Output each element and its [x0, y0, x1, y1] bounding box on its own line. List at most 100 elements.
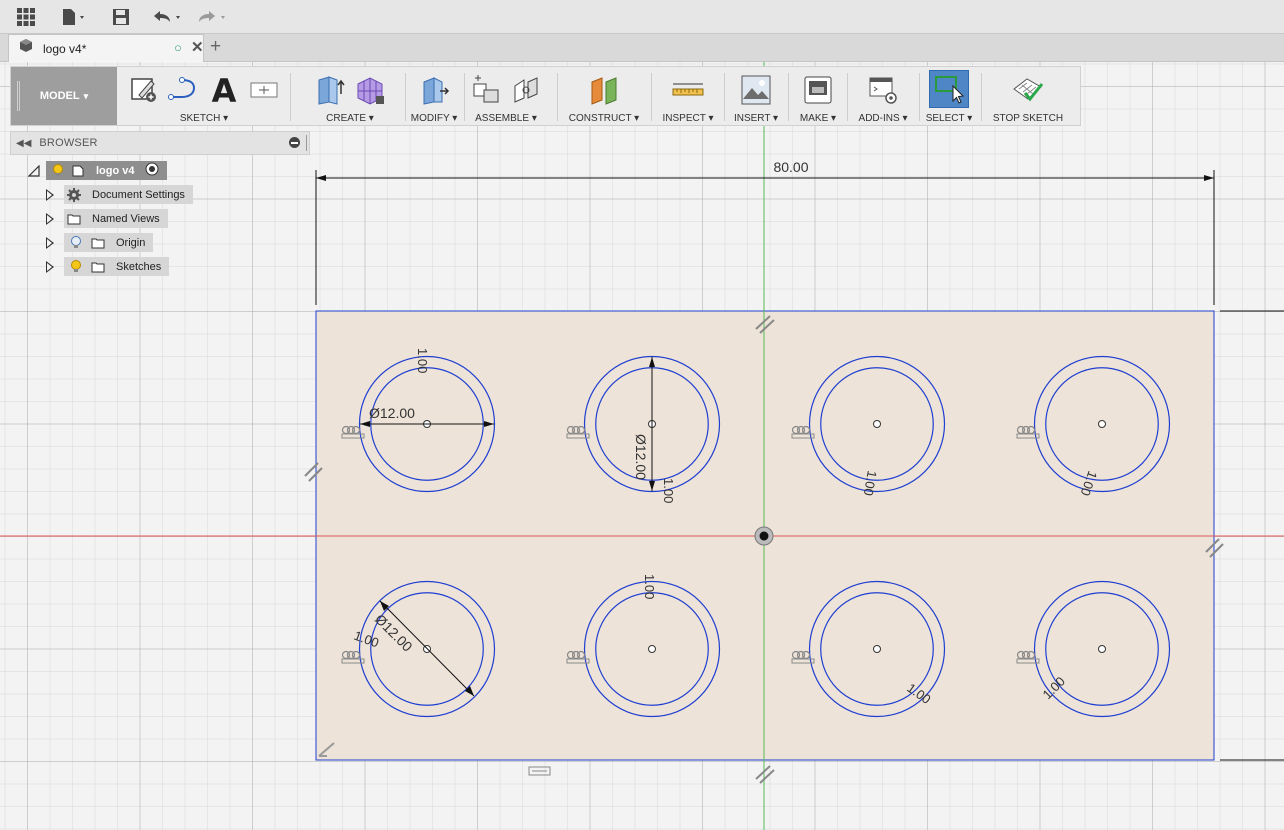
- diameter-dimension-2-value[interactable]: Ø12.00: [633, 434, 649, 480]
- data-panel-grid-icon[interactable]: [16, 5, 36, 29]
- window-select-icon[interactable]: [929, 70, 969, 108]
- undo-icon[interactable]: [150, 5, 186, 29]
- parallel-constraint-icon[interactable]: [755, 765, 775, 784]
- offset-dimension-value[interactable]: 1.00: [661, 478, 676, 503]
- close-tab-icon[interactable]: ✕: [191, 38, 204, 56]
- toolbar-group-label: CONSTRUCT: [568, 113, 632, 124]
- document-tab[interactable]: logo v4* ○ ✕: [8, 34, 204, 62]
- browser-item-origin[interactable]: Origin: [46, 233, 154, 252]
- press-pull-icon[interactable]: [417, 73, 451, 107]
- form-icon[interactable]: [353, 73, 387, 107]
- fusion-app-window: logo v4* ○ ✕ + 80.00 Ø12.00 Ø12.00 Ø12.0…: [0, 0, 1284, 830]
- text-tool-icon[interactable]: A: [207, 73, 241, 107]
- toolbar-group-label: SELECT: [925, 113, 965, 124]
- offset-dimension-value[interactable]: 1.00: [642, 574, 657, 599]
- new-tab-button[interactable]: +: [210, 36, 221, 58]
- toolbar-group-modify[interactable]: MODIFY ▾: [407, 67, 461, 125]
- activate-radio-icon[interactable]: [145, 162, 159, 179]
- toolbar-group-assemble[interactable]: ASSEMBLE ▾: [466, 67, 546, 125]
- expand-triangle-icon[interactable]: [46, 236, 54, 249]
- browser-item-label: Named Views: [92, 212, 160, 225]
- create-sketch-icon[interactable]: [127, 73, 161, 107]
- svg-text:A: A: [212, 74, 237, 106]
- stop-sketch-icon[interactable]: [1011, 73, 1045, 107]
- ribbon-toolbar: MODEL ▾ A SKETCH ▾ CREATE ▾ MODIFY ▾ ASS…: [10, 66, 1081, 126]
- folder-icon: [66, 211, 82, 227]
- document-tab-title: logo v4*: [43, 41, 87, 56]
- toolbar-group-label: MODIFY: [410, 113, 450, 124]
- toolbar-group-make[interactable]: MAKE ▾: [790, 67, 846, 125]
- toolbar-group-label: ASSEMBLE: [475, 113, 530, 124]
- offset-dimension-value[interactable]: 1.00: [415, 348, 430, 373]
- line-tool-icon[interactable]: [167, 73, 201, 107]
- joint-icon[interactable]: [509, 73, 543, 107]
- diameter-dimension-1-value[interactable]: Ø12.00: [369, 405, 415, 421]
- sketch-dimension-icon[interactable]: [247, 73, 281, 107]
- dimension-overall-width-value[interactable]: 80.00: [773, 159, 808, 175]
- expand-triangle-icon[interactable]: [46, 188, 54, 201]
- sketch-center-point[interactable]: [873, 645, 881, 653]
- application-bar: [0, 0, 1284, 34]
- browser-item-label: Origin: [116, 236, 146, 249]
- toolbar-group-sketch[interactable]: A SKETCH ▾: [119, 67, 289, 125]
- insert-image-icon[interactable]: [739, 73, 773, 107]
- toolbar-group-label: INSERT: [733, 113, 771, 124]
- toolbar-group-construct[interactable]: CONSTRUCT ▾: [559, 67, 649, 125]
- canvas-viewport[interactable]: 80.00 Ø12.00 Ø12.00 Ø12.00 1.00 1.00 1.0…: [0, 62, 1284, 830]
- browser-root-row[interactable]: logo v4: [28, 161, 167, 180]
- collapse-panel-icon[interactable]: ◀◀: [16, 138, 31, 149]
- measure-icon[interactable]: [671, 73, 705, 107]
- lightbulb-off-icon[interactable]: [68, 235, 84, 251]
- horizontal-constraint-icon[interactable]: [528, 766, 551, 776]
- sketch-center-point[interactable]: [648, 645, 656, 653]
- toolbar-group-label: MAKE: [799, 113, 829, 124]
- redo-icon[interactable]: [195, 5, 231, 29]
- lightbulb-on-icon[interactable]: [68, 259, 84, 275]
- expand-triangle-icon[interactable]: [46, 260, 54, 273]
- sketch-center-point[interactable]: [1098, 645, 1106, 653]
- save-icon[interactable]: [111, 5, 131, 29]
- toolbar-group-label: INSPECT: [662, 113, 706, 124]
- document-tab-bar: logo v4* ○ ✕ +: [0, 34, 1284, 62]
- sketch-center-point[interactable]: [1098, 420, 1106, 428]
- lightbulb-on-icon[interactable]: [50, 163, 66, 179]
- folder-icon: [90, 235, 106, 251]
- toolbar-group-label: CREATE: [326, 113, 366, 124]
- offset-plane-icon[interactable]: [587, 73, 621, 107]
- browser-item-label: Sketches: [116, 260, 162, 273]
- document-icon: [70, 163, 86, 179]
- toolbar-group-addins[interactable]: ADD-INS ▾: [849, 67, 917, 125]
- browser-item-sketches[interactable]: Sketches: [46, 257, 170, 276]
- toolbar-group-label: SKETCH: [179, 113, 221, 124]
- browser-panel-header[interactable]: ◀◀ BROWSER: [10, 131, 310, 155]
- file-menu-icon[interactable]: [60, 5, 90, 29]
- folder-icon: [90, 259, 106, 275]
- extrude-icon[interactable]: [313, 73, 347, 107]
- toolbar-group-label: ADD-INS: [858, 113, 900, 124]
- expand-triangle-icon[interactable]: [46, 212, 54, 225]
- sketch-center-point[interactable]: [873, 420, 881, 428]
- minimize-panel-icon[interactable]: [289, 137, 300, 148]
- dimension-overall-width[interactable]: [315, 170, 1215, 305]
- toolbar-group-create[interactable]: CREATE ▾: [295, 67, 405, 125]
- workspace-switcher[interactable]: MODEL ▾: [11, 67, 117, 125]
- toolbar-group-select[interactable]: SELECT ▾: [921, 67, 977, 125]
- unsaved-status-icon: ○: [174, 40, 182, 55]
- toolbar-group-label: STOP SKETCH: [992, 113, 1064, 124]
- sketch-canvas[interactable]: 80.00 Ø12.00 Ø12.00 Ø12.00 1.00 1.00 1.0…: [0, 62, 1284, 830]
- expand-triangle-icon[interactable]: [28, 164, 40, 177]
- chevron-down-icon: ▾: [83, 90, 89, 101]
- browser-root-node[interactable]: logo v4: [46, 161, 167, 180]
- browser-item-named-views[interactable]: Named Views: [46, 209, 168, 228]
- toolbar-group-inspect[interactable]: INSPECT ▾: [653, 67, 723, 125]
- origin-point-center: [759, 531, 769, 541]
- stop-sketch-button[interactable]: STOP SKETCH: [983, 67, 1073, 125]
- scripts-addins-icon[interactable]: [866, 73, 900, 107]
- toolbar-group-insert[interactable]: INSERT ▾: [725, 67, 787, 125]
- component-cube-icon: [18, 38, 34, 59]
- 3d-print-icon[interactable]: [801, 73, 835, 107]
- workspace-label: MODEL: [39, 90, 80, 102]
- gear-icon: [66, 187, 82, 203]
- browser-item-document-settings[interactable]: Document Settings: [46, 185, 193, 204]
- new-component-icon[interactable]: [469, 73, 503, 107]
